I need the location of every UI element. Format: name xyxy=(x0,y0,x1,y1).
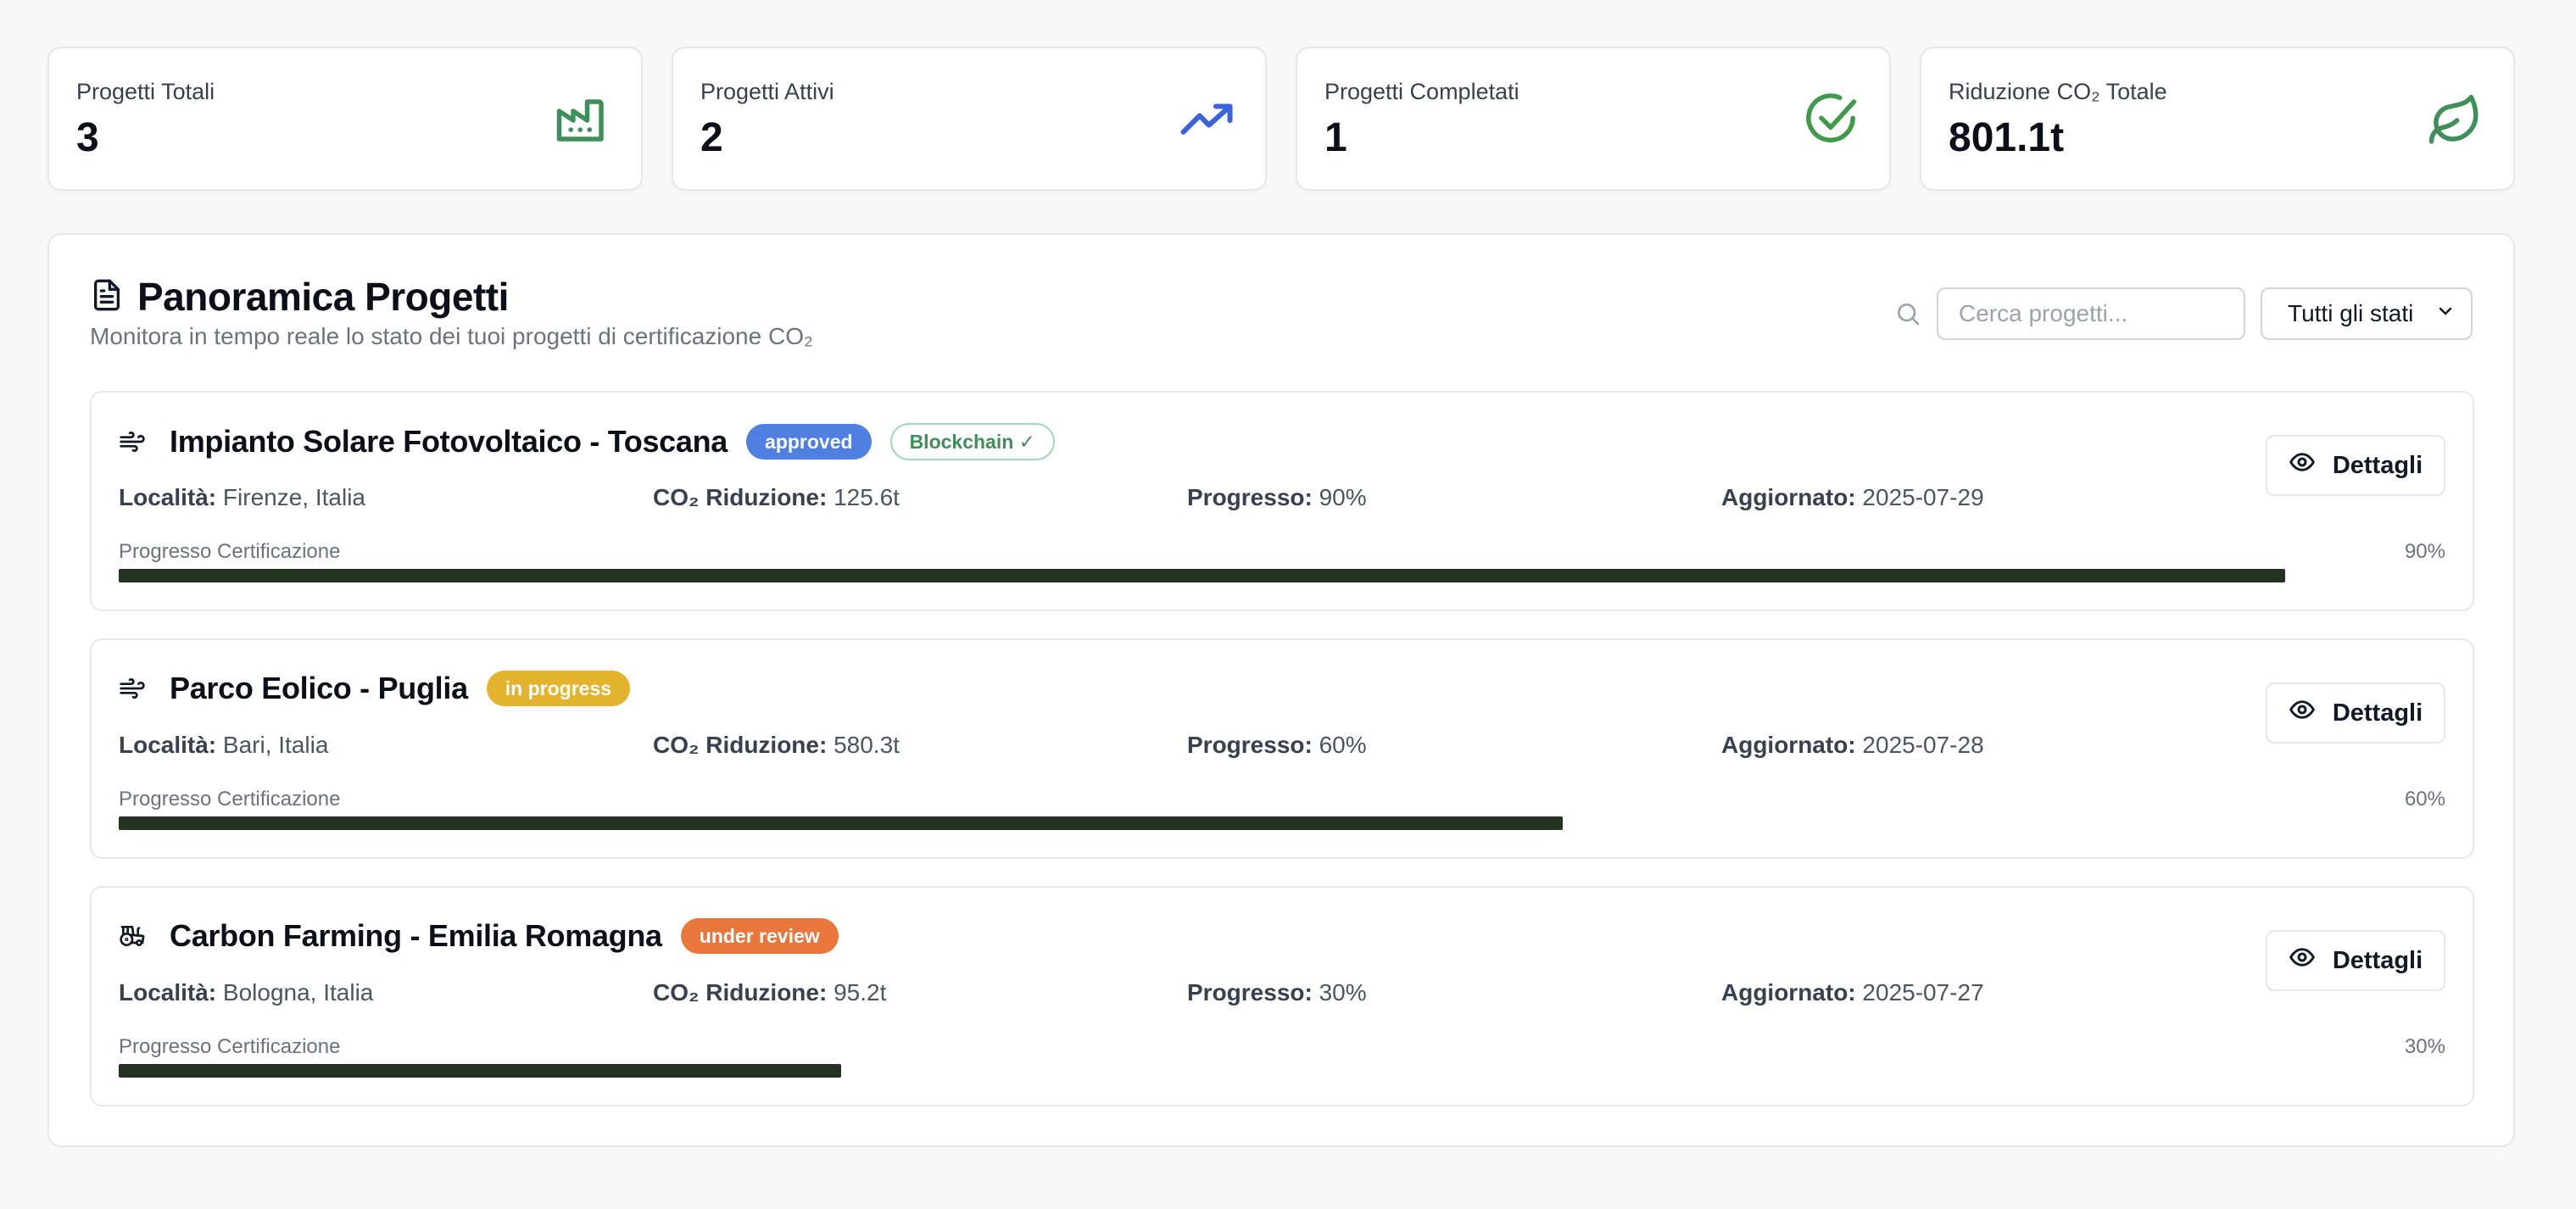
stat-label: Progetti Completati xyxy=(1324,79,1519,104)
stat-label: Progetti Totali xyxy=(76,79,215,104)
search-icon xyxy=(1894,300,1921,327)
tractor-icon xyxy=(119,922,146,950)
details-label: Dettagli xyxy=(2332,451,2423,479)
co2-info: CO₂ Riduzione: 580.3t xyxy=(653,732,900,758)
stat-card-active: Progetti Attivi 2 xyxy=(672,47,1267,191)
location-info: Località: Bologna, Italia xyxy=(119,979,374,1006)
stat-card-total: Progetti Totali 3 xyxy=(47,47,643,191)
updated-info: Aggiornato: 2025-07-27 xyxy=(1721,979,1984,1006)
project-list: Impianto Solare Fotovoltaico - Toscana a… xyxy=(90,391,2474,1134)
details-button[interactable]: Dettagli xyxy=(2266,930,2445,991)
blockchain-badge: Blockchain ✓ xyxy=(889,423,1055,460)
progress-percent: 60% xyxy=(2404,788,2445,811)
chevron-down-icon xyxy=(2435,300,2456,327)
wind-icon xyxy=(119,428,146,455)
eye-icon xyxy=(2289,696,2316,730)
location-info: Località: Firenze, Italia xyxy=(119,484,365,510)
wind-icon xyxy=(119,675,146,702)
factory-icon xyxy=(555,92,611,148)
project-name: Impianto Solare Fotovoltaico - Toscana xyxy=(170,424,728,459)
stat-value: 2 xyxy=(700,115,723,160)
stat-card-co2: Riduzione CO₂ Totale 801.1t xyxy=(1920,47,2515,191)
progress-label: Progresso Certificazione xyxy=(119,540,341,563)
progress-bar xyxy=(119,816,2447,830)
stat-value: 801.1t xyxy=(1949,115,2065,160)
progress-percent: 90% xyxy=(2404,540,2445,563)
progress-info: Progresso: 30% xyxy=(1187,979,1367,1006)
co2-info: CO₂ Riduzione: 95.2t xyxy=(653,979,887,1006)
filter-controls: Tutti gli stati xyxy=(1894,287,2473,340)
progress-info: Progresso: 60% xyxy=(1187,732,1367,758)
stats-row: Progetti Totali 3 Progetti Attivi 2 Prog… xyxy=(47,47,2515,191)
status-badge: under review xyxy=(680,918,839,954)
updated-info: Aggiornato: 2025-07-29 xyxy=(1721,484,1984,510)
page-title: Panoramica Progetti xyxy=(137,275,509,319)
panel-header: Panoramica Progetti Monitora in tempo re… xyxy=(90,274,813,350)
details-label: Dettagli xyxy=(2332,946,2423,974)
status-badge: approved xyxy=(746,424,872,460)
progress-percent: 30% xyxy=(2404,1035,2445,1058)
search-input[interactable] xyxy=(1937,287,2245,340)
location-info: Località: Bari, Italia xyxy=(119,732,329,758)
leaf-icon xyxy=(2427,92,2483,148)
details-label: Dettagli xyxy=(2332,699,2423,727)
details-button[interactable]: Dettagli xyxy=(2266,435,2445,496)
progress-label: Progresso Certificazione xyxy=(119,788,341,811)
updated-info: Aggiornato: 2025-07-28 xyxy=(1721,732,1984,758)
progress-info: Progresso: 90% xyxy=(1187,484,1367,510)
details-button[interactable]: Dettagli xyxy=(2266,682,2445,744)
stat-value: 1 xyxy=(1324,115,1347,160)
document-icon xyxy=(90,278,124,316)
projects-panel: Panoramica Progetti Monitora in tempo re… xyxy=(47,233,2515,1147)
project-card: Impianto Solare Fotovoltaico - Toscana a… xyxy=(90,391,2474,611)
progress-fill xyxy=(119,569,2285,582)
stat-card-completed: Progetti Completati 1 xyxy=(1296,47,1891,191)
progress-label: Progresso Certificazione xyxy=(119,1035,341,1058)
status-filter-select[interactable]: Tutti gli stati xyxy=(2261,287,2473,340)
eye-icon xyxy=(2289,448,2316,482)
stat-value: 3 xyxy=(76,115,99,160)
progress-fill xyxy=(119,1064,841,1078)
stat-label: Riduzione CO₂ Totale xyxy=(1949,79,2167,104)
status-filter-value: Tutti gli stati xyxy=(2288,300,2414,326)
progress-fill xyxy=(119,816,1564,830)
project-name: Carbon Farming - Emilia Romagna xyxy=(170,918,662,953)
trending-up-icon xyxy=(1179,92,1235,148)
project-card: Parco Eolico - Puglia in progress Locali… xyxy=(90,638,2474,859)
progress-bar xyxy=(119,569,2447,582)
status-badge: in progress xyxy=(486,671,631,706)
project-card: Carbon Farming - Emilia Romagna under re… xyxy=(90,886,2474,1106)
project-name: Parco Eolico - Puglia xyxy=(170,671,468,705)
co2-info: CO₂ Riduzione: 125.6t xyxy=(653,484,900,510)
check-circle-icon xyxy=(1803,92,1859,148)
page-subtitle: Monitora in tempo reale lo stato dei tuo… xyxy=(90,323,813,349)
eye-icon xyxy=(2289,944,2316,978)
stat-label: Progetti Attivi xyxy=(700,79,834,104)
progress-bar xyxy=(119,1064,2447,1078)
